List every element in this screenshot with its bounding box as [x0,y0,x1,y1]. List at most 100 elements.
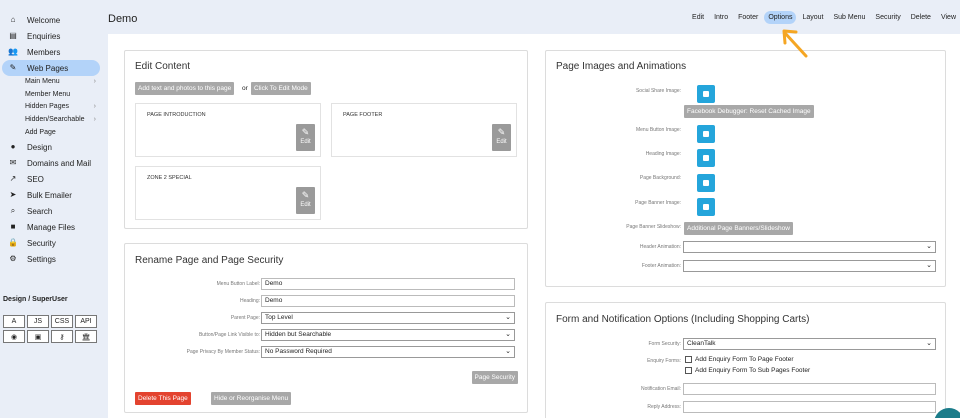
chevron-down-icon: ⌄ [926,262,932,269]
heading-image-button[interactable] [697,149,715,167]
notification-email-input[interactable] [683,383,936,395]
top-nav: Edit Intro Footer Options Layout Sub Menu Secu… [688,11,960,24]
sidebar-item-bulk-emailer[interactable]: ➤ Bulk Emailer [2,187,100,203]
form-notification-card: Form and Notification Options (Including… [545,302,946,418]
sidebar-item-label: Members [27,47,61,57]
delete-page-button[interactable]: Delete This Page [135,392,191,405]
chevron-right-icon: › [93,116,96,124]
superuser-grid: A JS CSS API ◉ ▣ ⚷ 🏛 [3,315,99,343]
superuser-button[interactable]: API [75,315,97,328]
page-privacy-select[interactable]: No Password Required ⌄ [261,346,515,358]
select-value: No Password Required [265,348,332,355]
submenu-item-member-menu[interactable]: Member Menu [0,89,104,102]
menu-button-label-input[interactable]: Demo [261,278,515,290]
sidebar-item-settings[interactable]: ⚙ Settings [2,251,100,267]
images-animations-card: Page Images and Animations Social Share … [545,50,946,287]
superuser-button[interactable]: ▣ [27,330,49,343]
tab-delete[interactable]: Delete [907,11,935,24]
submenu-item-hidden-searchable[interactable]: Hidden/Searchable › [0,114,104,127]
submenu-item-main-menu[interactable]: Main Menu › [0,76,104,89]
sidebar-item-label: Bulk Emailer [27,190,72,200]
add-text-photos-button[interactable]: Add text and photos to this page [135,82,235,95]
sidebar-item-domains-and-mail[interactable]: ✉ Domains and Mail [2,155,100,171]
footer-animation-select[interactable]: ⌄ [683,260,936,272]
sidebar-item-welcome[interactable]: ⌂ Welcome [2,12,100,28]
sidebar-item-design[interactable]: ● Design [2,139,100,155]
tab-intro[interactable]: Intro [710,11,732,24]
sidebar-item-security[interactable]: 🔒 Security [2,235,100,251]
field-label: Header Animation: [639,244,681,250]
pencil-icon: ✎ [301,190,310,200]
select-value: Top Level [265,314,293,321]
checkbox[interactable] [685,356,692,363]
submenu-item-label: Main Menu [25,78,60,85]
sidebar-item-label: Web Pages [27,63,69,73]
sidebar-item-search[interactable]: ⌕ Search [2,203,100,219]
field-label: Heading Image: [645,151,681,157]
edit-button-label: Edit [300,202,311,208]
checkbox[interactable] [685,367,692,374]
superuser-button[interactable]: JS [27,315,49,328]
sidebar-item-enquiries[interactable]: ▤ Enquiries [2,28,100,44]
edit-mode-button[interactable]: Click To Edit Mode [251,82,311,95]
zone-edit-button[interactable]: ✎ Edit [296,124,315,151]
field-label: Page Privacy By Member Status: [186,349,260,355]
chevron-right-icon: › [93,103,96,111]
select-value: Hidden but Searchable [265,331,332,338]
edit-button-label: Edit [300,139,311,145]
enquiry-footer-checkbox[interactable]: Add Enquiry Form To Page Footer [685,356,794,363]
tab-footer[interactable]: Footer [734,11,762,24]
sidebar-item-label: Manage Files [27,222,76,232]
link-visible-select[interactable]: Hidden but Searchable ⌄ [261,329,515,341]
superuser-button[interactable]: CSS [51,315,73,328]
zone-edit-button[interactable]: ✎ Edit [296,187,315,214]
header-animation-select[interactable]: ⌄ [683,241,936,253]
enquiry-subpages-checkbox[interactable]: Add Enquiry Form To Sub Pages Footer [685,367,810,374]
submenu-item-label: Add Page [25,128,56,136]
tab-sub-menu[interactable]: Sub Menu [830,11,870,24]
field-label: Menu Button Label: [216,281,260,287]
page-banner-image-button[interactable] [697,198,715,216]
superuser-button[interactable]: 🏛 [75,330,97,343]
tab-view[interactable]: View [937,11,960,24]
sidebar-item-label: Settings [27,254,56,264]
superuser-button[interactable]: ◉ [3,330,25,343]
superuser-section-title: Design / SuperUser [3,296,68,303]
field-label: Form Security: [648,341,681,347]
social-share-image-button[interactable] [697,85,715,103]
gear-icon: ⚙ [9,254,17,264]
superuser-button[interactable]: A [3,315,25,328]
page-security-button[interactable]: Page Security [471,371,518,384]
message-icon: ▤ [9,31,17,40]
submenu-item-label: Hidden Pages [25,103,69,111]
sidebar-item-manage-files[interactable]: ■ Manage Files [2,219,100,235]
sidebar-item-label: Domains and Mail [27,158,92,168]
select-value: CleanTalk [687,340,716,347]
chevron-right-icon: › [93,78,96,85]
reply-address-input[interactable] [683,401,936,413]
heading-input[interactable]: Demo [261,295,515,307]
trending-icon: ↗ [9,174,17,184]
zone-edit-button[interactable]: ✎ Edit [492,124,511,151]
additional-banners-button[interactable]: Additional Page Banners/Slideshow [684,222,793,235]
pencil-icon: ✎ [301,127,310,137]
edit-content-card: Edit Content Add text and photos to this… [124,50,528,229]
facebook-debugger-button[interactable]: Facebook Debugger: Reset Cached Image [684,105,814,118]
form-security-select[interactable]: CleanTalk ⌄ [683,338,936,350]
sidebar-item-web-pages[interactable]: ✎ Web Pages [2,60,100,76]
sidebar-item-seo[interactable]: ↗ SEO [2,171,100,187]
field-label: Enquiry Forms: [647,358,681,364]
superuser-button[interactable]: ⚷ [51,330,73,343]
submenu-item-hidden-pages[interactable]: Hidden Pages › [0,101,104,114]
submenu-item-add-page[interactable]: Add Page [0,127,104,140]
sidebar-item-members[interactable]: 👥 Members [2,44,100,60]
sidebar-item-label: Search [27,206,53,216]
parent-page-select[interactable]: Top Level ⌄ [261,312,515,324]
tab-security[interactable]: Security [871,11,904,24]
images-title: Page Images and Animations [556,61,687,72]
page-background-button[interactable] [697,174,715,192]
chevron-down-icon: ⌄ [926,243,932,250]
tab-edit[interactable]: Edit [688,11,708,24]
menu-button-image-button[interactable] [697,125,715,143]
hide-reorganise-button[interactable]: Hide or Reorganise Menu [211,392,292,405]
